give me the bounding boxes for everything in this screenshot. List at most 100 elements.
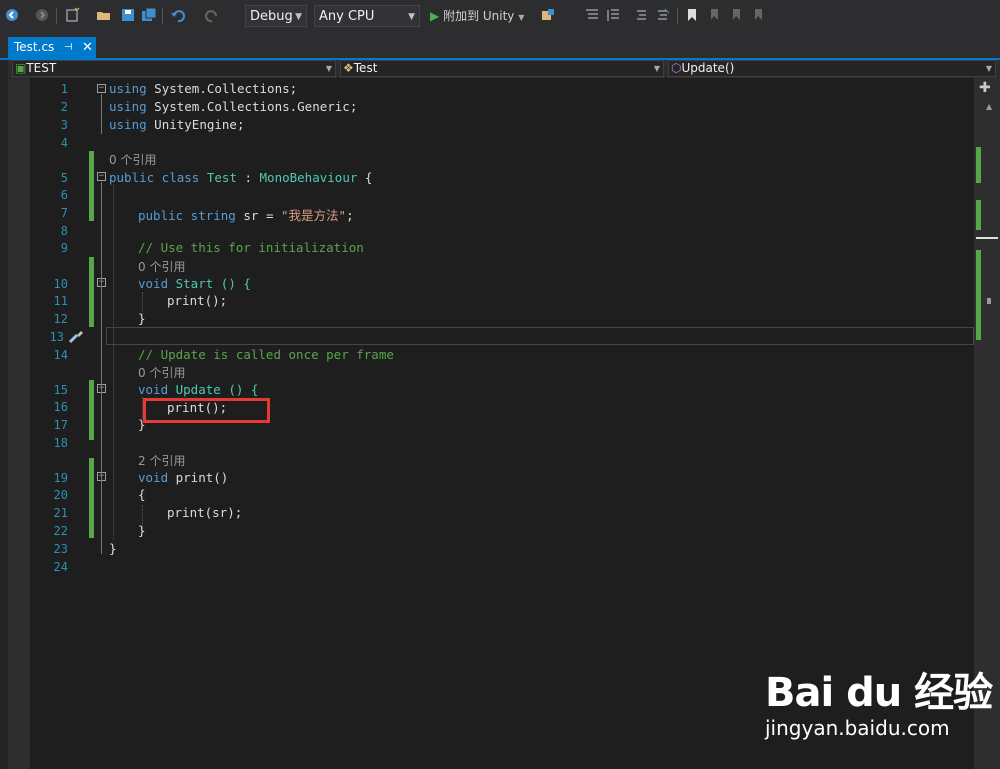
code-line: } (138, 311, 146, 326)
pin-icon[interactable]: ⊣ (64, 37, 73, 58)
play-icon: ▶ (430, 9, 440, 23)
line-number: 10 (53, 277, 68, 291)
split-view-icon[interactable]: ✚ (979, 81, 991, 95)
code-line: public class Test : MonoBehaviour { (109, 170, 373, 185)
quick-actions-icon[interactable] (67, 327, 85, 345)
configuration-dropdown[interactable]: Debug ▼ (245, 5, 307, 27)
configuration-value: Debug (250, 9, 293, 24)
code-line: } (109, 541, 117, 556)
platform-value: Any CPU (319, 9, 375, 24)
redo-icon[interactable] (204, 7, 220, 23)
line-number: 9 (60, 241, 68, 255)
bookmark-icon[interactable] (684, 7, 700, 23)
csharp-project-icon: ▣ (15, 61, 27, 75)
change-indicator (89, 380, 94, 440)
code-line: using UnityEngine; (109, 117, 245, 132)
code-line: print(sr); (167, 505, 243, 520)
line-number: 1 (60, 82, 68, 96)
line-number: 17 (53, 418, 68, 432)
collapse-icon[interactable]: − (97, 172, 106, 181)
left-toolwindow-strip (0, 60, 8, 769)
line-number: 19 (53, 471, 68, 485)
line-number: 6 (60, 188, 68, 202)
line-number: 21 (53, 506, 68, 520)
step-over-icon[interactable] (605, 7, 621, 23)
new-project-icon[interactable] (64, 7, 80, 23)
chevron-down-icon: ▼ (985, 64, 992, 73)
code-comment: // Use this for initialization (138, 240, 364, 255)
codelens-references[interactable]: 0 个引用 (138, 258, 185, 275)
scroll-up-icon[interactable]: ▲ (986, 102, 992, 111)
line-number: 15 (53, 383, 68, 397)
line-number: 16 (53, 400, 68, 414)
code-line: { (138, 487, 146, 502)
line-number: 23 (53, 542, 68, 556)
back-icon[interactable] (4, 7, 20, 23)
line-number: 11 (53, 294, 68, 308)
line-number: 2 (60, 100, 68, 114)
watermark-url: jingyan.baidu.com (765, 716, 950, 740)
chevron-down-icon: ▼ (518, 13, 525, 22)
main-toolbar: Debug ▼ Any CPU ▼ ▶ 附加到 Unity ▼ (0, 0, 1000, 34)
caret-marker (987, 298, 991, 304)
line-number: 14 (53, 348, 68, 362)
class-name: Test (353, 61, 378, 75)
member-name: Update() (681, 61, 735, 75)
next-bookmark-icon[interactable] (728, 7, 744, 23)
line-number: 5 (60, 171, 68, 185)
fold-line (101, 94, 102, 134)
collapse-icon[interactable]: − (97, 84, 106, 93)
scrollbar-change-mark (976, 147, 981, 183)
change-indicator (89, 458, 94, 538)
codelens-references[interactable]: 0 个引用 (138, 364, 185, 381)
browse-icon[interactable] (540, 7, 556, 23)
highlight-annotation-box (143, 398, 270, 423)
platform-dropdown[interactable]: Any CPU ▼ (314, 5, 420, 27)
chevron-down-icon: ▼ (325, 64, 332, 73)
line-number: 20 (53, 488, 68, 502)
navigation-bar: ▣TEST ▼ ❖Test ▼ ⬡Update() ▼ (8, 60, 1000, 78)
clear-bookmarks-icon[interactable] (750, 7, 766, 23)
step-into-icon[interactable] (584, 7, 600, 23)
code-line: using System.Collections.Generic; (109, 99, 358, 114)
separator (56, 8, 57, 24)
project-name: TEST (26, 61, 57, 75)
tab-test-cs[interactable]: Test.cs ⊣ ✕ (8, 37, 96, 58)
attach-unity-label: 附加到 Unity (443, 9, 515, 23)
code-line: } (138, 523, 146, 538)
codelens-references[interactable]: 2 个引用 (138, 452, 185, 469)
scrollbar-change-mark (976, 200, 981, 230)
uncomment-lines-icon[interactable] (655, 7, 671, 23)
class-dropdown[interactable]: ❖Test ▼ (340, 60, 664, 77)
line-number: 24 (53, 560, 68, 574)
line-number: 13 (49, 330, 64, 344)
document-tab-bar: Test.cs ⊣ ✕ (0, 34, 1000, 58)
forward-icon[interactable] (34, 7, 50, 23)
line-number: 18 (53, 436, 68, 450)
open-file-icon[interactable] (96, 7, 112, 23)
line-number: 8 (60, 224, 68, 238)
project-dropdown[interactable]: ▣TEST ▼ (12, 60, 336, 77)
comment-lines-icon[interactable] (634, 7, 650, 23)
fold-line (101, 182, 102, 554)
save-all-icon[interactable] (141, 7, 157, 23)
baidu-jingyan-watermark: Bai du 经验 jingyan.baidu.com (765, 660, 993, 740)
line-number: 12 (53, 312, 68, 326)
prev-bookmark-icon[interactable] (706, 7, 722, 23)
attach-unity-button[interactable]: ▶ 附加到 Unity ▼ (430, 6, 524, 26)
code-line: print(); (167, 293, 228, 308)
code-line: void print() (138, 470, 229, 485)
scroll-position-marker (976, 237, 998, 239)
chevron-down-icon: ▼ (295, 12, 302, 22)
save-icon[interactable] (120, 7, 136, 23)
code-line: using System.Collections; (109, 81, 298, 96)
method-icon: ⬡ (671, 61, 682, 75)
undo-icon[interactable] (170, 7, 186, 23)
baidu-logo: Bai du 经验 (765, 670, 993, 716)
member-dropdown[interactable]: ⬡Update() ▼ (668, 60, 996, 77)
line-number: 3 (60, 118, 68, 132)
code-line: public string sr = "我是方法"; (138, 208, 354, 223)
codelens-references[interactable]: 0 个引用 (109, 151, 156, 168)
chevron-down-icon: ▼ (653, 64, 660, 73)
close-icon[interactable]: ✕ (82, 37, 93, 58)
